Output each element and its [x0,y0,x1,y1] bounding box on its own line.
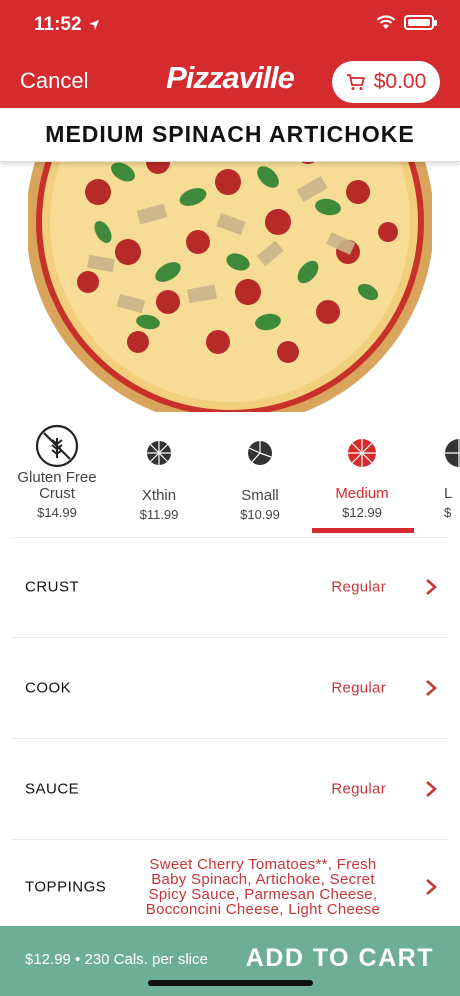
product-title-bar: MEDIUM SPINACH ARTICHOKE [0,108,460,162]
pizza-image [0,162,460,412]
size-price: $14.99 [37,505,77,520]
chevron-right-icon [426,680,437,696]
pizza-slices-icon [248,441,272,465]
cancel-button[interactable]: Cancel [20,68,88,94]
size-price: $12.99 [342,505,382,520]
size-selector: Gluten Free Crust $14.99 Xthin $11.99 Sm… [0,422,460,538]
size-name: Xthin [141,487,177,504]
size-name: Gluten Free Crust [17,469,97,502]
size-option-medium[interactable]: Medium $12.99 [312,422,412,520]
option-label: TOPPINGS [25,878,107,896]
wheat-icon [35,424,79,468]
pizza-illustration [28,162,432,412]
size-name: Small [241,487,279,504]
battery-icon [404,15,437,30]
chevron-right-icon [426,781,437,797]
cart-button[interactable]: $0.00 [332,61,440,103]
option-row-crust[interactable]: CRUST Regular [12,537,448,638]
status-bar: 11:52 [0,0,460,50]
size-name: Medium [335,485,389,502]
option-value: Regular [331,679,386,697]
wifi-icon [376,15,396,29]
chevron-right-icon [426,579,437,595]
size-name: L [444,485,453,502]
status-time: 11:52 [34,14,100,36]
pizza-slices-icon [445,439,460,467]
option-value: Regular [331,780,386,798]
pizza-slices-icon [348,439,376,467]
option-row-cook[interactable]: COOK Regular [12,638,448,739]
option-row-toppings[interactable]: TOPPINGS Sweet Cherry Tomatoes**, Fresh … [12,840,448,936]
cart-icon [346,74,365,90]
option-value: Regular [331,578,386,596]
option-row-sauce[interactable]: SAUCE Regular [12,739,448,840]
size-price: $11.99 [139,507,179,522]
option-label: COOK [25,679,72,697]
cart-total: $0.00 [373,70,427,93]
size-option-xthin[interactable]: Xthin $11.99 [109,422,209,522]
home-indicator[interactable] [148,980,313,986]
add-to-cart-button[interactable]: ADD TO CART [246,944,434,973]
size-price: $ [444,505,452,520]
pizza-slices-icon [147,441,171,465]
price-calories-info: $12.99 • 230 Cals. per slice [25,951,208,968]
size-price: $10.99 [240,507,280,522]
selected-size-indicator [312,528,414,533]
location-arrow-icon [88,20,99,30]
size-option-gluten-free[interactable]: Gluten Free Crust $14.99 [7,422,107,520]
product-title: MEDIUM SPINACH ARTICHOKE [45,121,415,147]
option-label: CRUST [25,578,80,596]
size-option-large[interactable]: L $ [414,422,460,520]
option-value: Sweet Cherry Tomatoes**, Fresh Baby Spin… [145,856,381,918]
top-bar: 11:52 Cancel Pizzaville $0.00 [0,0,460,108]
chevron-right-icon [426,879,437,895]
size-option-small[interactable]: Small $10.99 [210,422,310,522]
option-label: SAUCE [25,780,80,798]
